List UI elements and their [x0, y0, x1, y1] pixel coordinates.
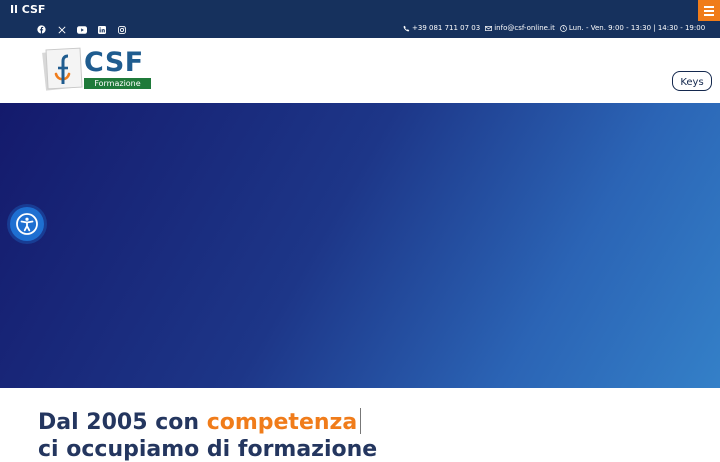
keys-button[interactable]: Keys: [672, 71, 712, 91]
logo-emblem-icon: [42, 47, 83, 91]
phone-icon: [403, 25, 410, 31]
csf-logo[interactable]: CSF Formazione: [41, 44, 153, 96]
headline: Dal 2005 con competenza: [38, 408, 362, 435]
envelope-icon: [485, 25, 493, 31]
typing-cursor: [360, 408, 362, 434]
site-title-link[interactable]: Il CSF: [10, 3, 45, 16]
email-address: info@csf-online.it: [494, 24, 555, 32]
logo-wordmark: CSF: [84, 47, 144, 78]
phone-contact[interactable]: +39 081 711 07 03: [403, 24, 480, 32]
hours-text: Lun. - Ven. 9:00 - 13:30 | 14:30 - 19:00: [568, 24, 706, 32]
facebook-icon[interactable]: [36, 24, 47, 35]
clock-icon: [559, 24, 567, 32]
x-twitter-icon[interactable]: [56, 24, 67, 35]
contact-info-bar: +39 081 711 07 03 info@csf-online.it Lun…: [0, 21, 720, 38]
social-links: [36, 24, 127, 35]
hero-banner: [0, 103, 720, 388]
contact-details: +39 081 711 07 03 info@csf-online.it Lun…: [403, 24, 705, 32]
email-contact[interactable]: info@csf-online.it: [485, 24, 555, 32]
headline-prefix: Dal 2005 con: [38, 410, 200, 435]
hamburger-menu-icon[interactable]: [698, 0, 720, 21]
accessibility-icon[interactable]: [10, 207, 44, 241]
logo-subtitle: Formazione: [84, 78, 151, 89]
phone-number: +39 081 711 07 03: [412, 24, 481, 32]
site-header: CSF Formazione Keys: [0, 38, 720, 103]
instagram-icon[interactable]: [116, 24, 127, 35]
youtube-icon[interactable]: [76, 24, 87, 35]
headline-accent: competenza: [206, 410, 358, 435]
opening-hours: Lun. - Ven. 9:00 - 13:30 | 14:30 - 19:00: [559, 24, 706, 32]
linkedin-icon[interactable]: [96, 24, 107, 35]
top-bar: Il CSF: [0, 0, 720, 21]
